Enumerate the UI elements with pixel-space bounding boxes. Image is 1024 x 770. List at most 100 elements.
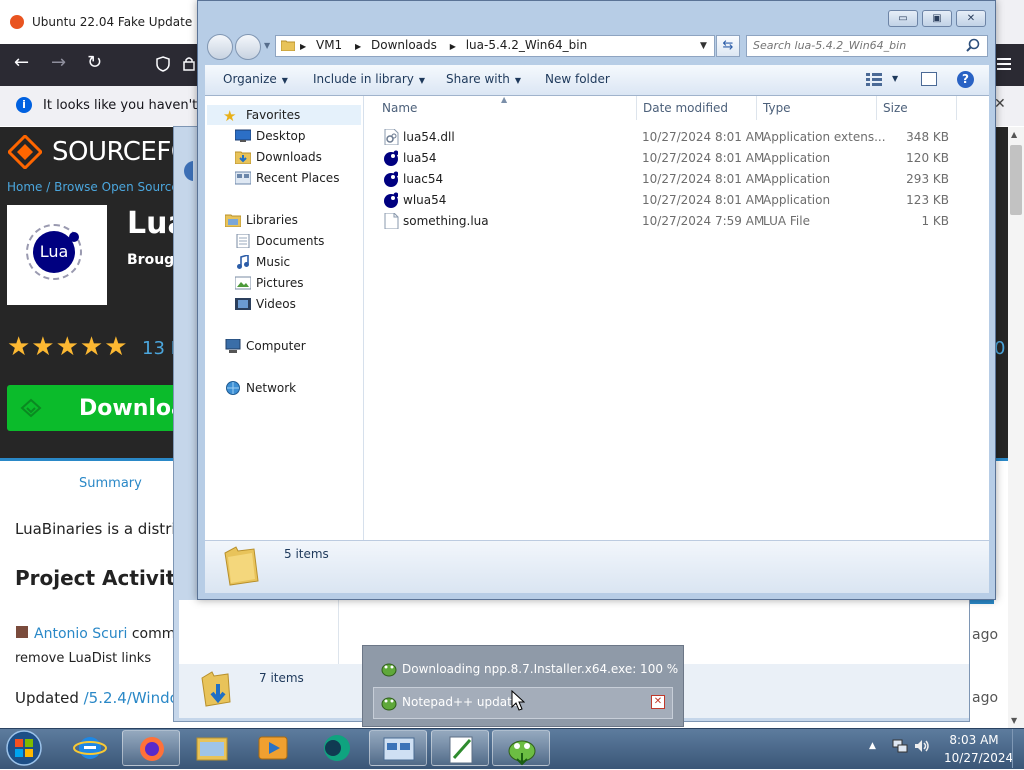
taskbar-notepadpp-updater[interactable] — [492, 730, 550, 766]
column-separator[interactable] — [876, 96, 877, 120]
nav-desktop[interactable]: Desktop — [256, 129, 306, 143]
commit-author-link[interactable]: Antonio Scuri — [34, 626, 127, 642]
address-segment-current[interactable]: lua-5.4.2_Win64_bin — [466, 38, 588, 52]
folder-icon — [281, 40, 295, 51]
organize-menu[interactable]: Organize ▼ — [223, 72, 288, 86]
forward-button[interactable] — [235, 34, 261, 60]
column-header-name[interactable]: Name — [382, 101, 417, 115]
forward-arrow-icon[interactable]: → — [51, 52, 66, 73]
help-icon[interactable]: ? — [957, 71, 974, 88]
clock-time[interactable]: 8:03 AM — [944, 733, 1004, 747]
column-separator[interactable] — [636, 96, 637, 120]
change-view-icon[interactable] — [866, 72, 882, 86]
include-in-library-menu[interactable]: Include in library ▼ — [313, 72, 425, 86]
address-segment-vm1[interactable]: VM1 — [316, 38, 342, 52]
clock-date[interactable]: 10/27/2024 — [944, 751, 1013, 765]
column-header-type[interactable]: Type — [763, 101, 791, 115]
notepadpp-icon — [381, 697, 397, 711]
nav-favorites[interactable]: Favorites — [246, 108, 300, 122]
search-icon[interactable] — [966, 38, 980, 52]
nav-music[interactable]: Music — [256, 255, 290, 269]
updated-prefix: Updated — [15, 689, 84, 707]
nav-computer[interactable]: Computer — [246, 339, 306, 353]
taskbar-app[interactable] — [306, 730, 364, 766]
file-size: 123 KB — [906, 193, 949, 207]
column-separator[interactable] — [756, 96, 757, 120]
nav-pictures[interactable]: Pictures — [256, 276, 304, 290]
address-segment-downloads[interactable]: Downloads — [371, 38, 437, 52]
file-size: 1 KB — [921, 214, 949, 228]
chevron-right-icon[interactable]: ▶ — [355, 42, 361, 51]
documents-icon — [236, 234, 250, 248]
nav-downloads[interactable]: Downloads — [256, 150, 322, 164]
lua-app-icon — [384, 192, 398, 208]
explorer2-item-count: 7 items — [259, 671, 304, 685]
updated-line: Updated /5.2.4/Windo — [15, 689, 179, 707]
taskbar-internet-explorer[interactable] — [61, 730, 119, 766]
music-icon — [237, 255, 249, 269]
page-scrollbar[interactable] — [1008, 127, 1024, 728]
file-type: Application — [763, 151, 831, 165]
view-dropdown-icon[interactable]: ▼ — [892, 74, 898, 83]
search-box[interactable] — [746, 35, 988, 57]
shield-icon[interactable] — [156, 56, 170, 72]
file-size: 348 KB — [906, 130, 949, 144]
nav-videos[interactable]: Videos — [256, 297, 296, 311]
taskbar-media-player[interactable] — [244, 730, 302, 766]
close-button[interactable]: ✕ — [956, 10, 986, 27]
explorer-window-icon — [383, 737, 415, 761]
scroll-down-icon[interactable]: ▼ — [1011, 716, 1017, 725]
sourceforge-logo-text[interactable]: SOURCEFO — [52, 137, 191, 167]
lua-app-icon — [384, 171, 398, 187]
start-button[interactable] — [4, 729, 44, 767]
volume-icon[interactable] — [914, 738, 930, 754]
minimize-button[interactable]: ▭ — [888, 10, 918, 27]
nav-network[interactable]: Network — [246, 381, 296, 395]
recent-pages-dropdown[interactable]: ▼ — [264, 41, 270, 50]
scrollbar-thumb[interactable] — [1010, 145, 1022, 215]
libraries-icon — [225, 214, 241, 227]
explorer-folder-icon — [196, 737, 228, 761]
taskbar-firefox[interactable] — [122, 730, 180, 766]
taskbar-notepad[interactable] — [431, 730, 489, 766]
taskbar-explorer[interactable] — [183, 730, 241, 766]
back-arrow-icon[interactable]: ← — [14, 52, 29, 73]
nav-libraries[interactable]: Libraries — [246, 213, 298, 227]
preview-pane-icon[interactable] — [921, 72, 937, 86]
nav-recent-places[interactable]: Recent Places — [256, 171, 339, 185]
caret-down-icon: ▼ — [514, 76, 522, 85]
column-header-date[interactable]: Date modified — [643, 101, 728, 115]
tab-summary[interactable]: Summary — [79, 476, 142, 491]
window-caption-buttons: ▭ ▣ ✕ — [888, 10, 986, 28]
breadcrumb[interactable]: Home / Browse Open Source / S — [7, 180, 198, 194]
file-name: lua54 — [403, 151, 437, 165]
computer-icon — [225, 339, 241, 353]
menu-icon[interactable] — [997, 58, 1011, 70]
maximize-button[interactable]: ▣ — [922, 10, 952, 27]
network-tray-icon[interactable] — [892, 738, 908, 754]
back-button[interactable] — [207, 34, 233, 60]
scroll-up-icon[interactable]: ▲ — [1011, 130, 1017, 139]
lock-icon[interactable] — [183, 56, 195, 71]
show-desktop-button[interactable] — [1012, 729, 1024, 768]
refresh-button[interactable]: ⇆ — [716, 35, 740, 57]
browser-tab[interactable]: Ubuntu 22.04 Fake Update | On — [0, 0, 200, 44]
nav-documents[interactable]: Documents — [256, 234, 324, 248]
chevron-right-icon[interactable]: ▶ — [450, 42, 456, 51]
chevron-right-icon[interactable]: ▶ — [300, 42, 306, 51]
search-input[interactable] — [753, 39, 958, 52]
column-header-size[interactable]: Size — [883, 101, 908, 115]
updated-link[interactable]: /5.2.4/Windo — [84, 689, 179, 707]
address-dropdown-icon[interactable]: ▼ — [700, 41, 707, 51]
downloads-folder-icon — [201, 671, 231, 707]
notification-close-button[interactable]: ✕ — [651, 695, 665, 709]
tray-expand-icon[interactable]: ▲ — [869, 741, 876, 751]
column-separator[interactable] — [956, 96, 957, 120]
taskbar-explorer-window[interactable] — [369, 730, 427, 766]
share-with-menu[interactable]: Share with ▼ — [446, 72, 521, 86]
sourceforge-logo-icon[interactable] — [8, 135, 42, 169]
desktop-icon — [235, 129, 251, 142]
avatar — [16, 626, 28, 638]
reload-icon[interactable]: ↻ — [87, 52, 102, 73]
new-folder-button[interactable]: New folder — [545, 72, 610, 86]
